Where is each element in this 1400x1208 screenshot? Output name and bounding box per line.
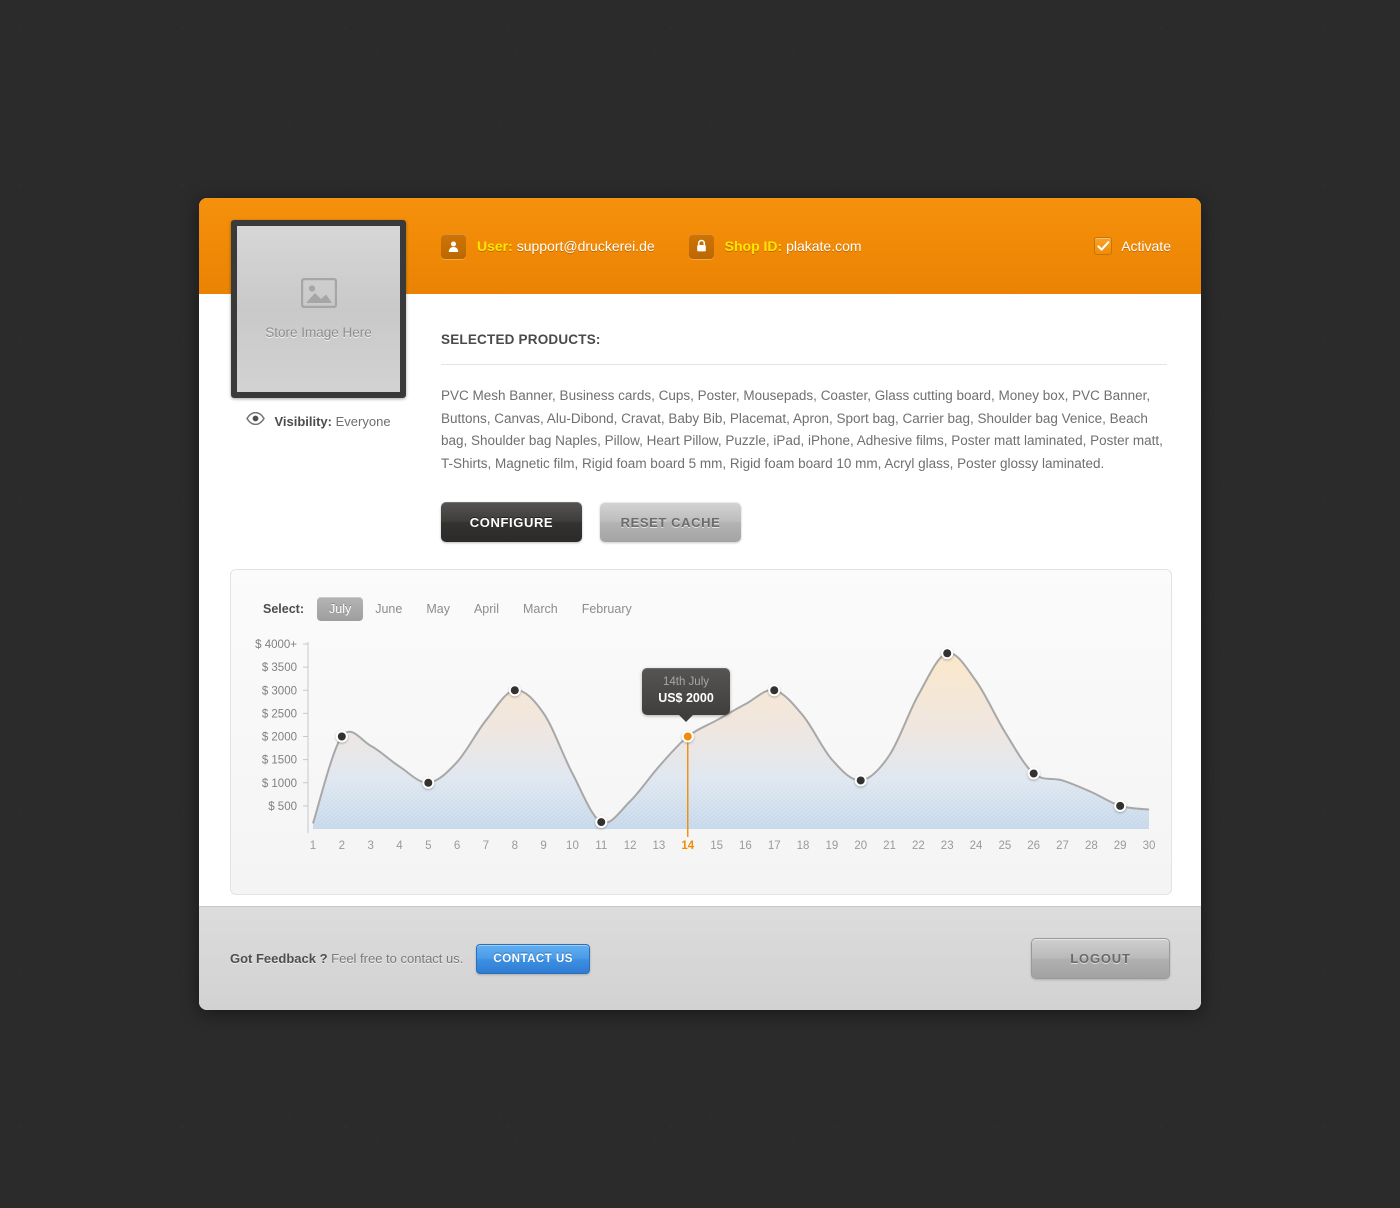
svg-text:26: 26: [1027, 840, 1040, 852]
user-info: User: support@druckerei.de: [441, 233, 655, 259]
svg-text:23: 23: [941, 840, 954, 852]
svg-text:28: 28: [1085, 840, 1098, 852]
chart-panel: Select: July June May April March Februa…: [230, 569, 1172, 895]
svg-text:$ 1000: $ 1000: [262, 778, 297, 790]
svg-text:9: 9: [540, 840, 546, 852]
svg-text:8: 8: [512, 840, 518, 852]
activate-label: Activate: [1121, 238, 1171, 254]
chart-tooltip: 14th July US$ 2000: [642, 668, 730, 722]
shop-key: Shop ID:: [724, 238, 783, 254]
month-tab-july[interactable]: July: [317, 597, 364, 621]
app-footer: Got Feedback ? Feel free to contact us. …: [199, 906, 1201, 1010]
sales-chart[interactable]: $ 4000+ $ 3500 $ 3000 $ 2500 $ 2000 $ 1500 $ 1…: [231, 632, 1171, 896]
shop-text: Shop ID: plakate.com: [725, 238, 862, 254]
svg-text:4: 4: [396, 840, 403, 852]
svg-text:12: 12: [624, 840, 637, 852]
svg-text:18: 18: [797, 840, 810, 852]
app-window: User: support@druckerei.de Shop ID: plak…: [199, 198, 1201, 1010]
tooltip-date: 14th July: [662, 676, 710, 688]
selected-products-list: PVC Mesh Banner, Business cards, Cups, P…: [441, 388, 1163, 471]
svg-text:$ 2000: $ 2000: [262, 732, 297, 744]
svg-text:13: 13: [653, 840, 666, 852]
lock-icon: [688, 233, 714, 259]
svg-text:$ 4000+: $ 4000+: [255, 639, 297, 651]
store-image-label: Store Image Here: [265, 325, 372, 340]
svg-text:10: 10: [566, 840, 579, 852]
svg-text:11: 11: [595, 840, 607, 852]
svg-text:19: 19: [825, 840, 838, 852]
svg-text:27: 27: [1056, 840, 1069, 852]
activate-toggle[interactable]: Activate: [1094, 237, 1171, 255]
activate-checkbox[interactable]: [1094, 237, 1113, 255]
visibility-value: Everyone: [335, 413, 391, 429]
user-key: User:: [477, 238, 513, 254]
action-buttons: CONFIGURE RESET CACHE: [441, 502, 1167, 542]
svg-text:1: 1: [310, 840, 316, 852]
svg-text:14: 14: [681, 840, 694, 852]
eye-icon: [246, 411, 266, 430]
svg-text:24: 24: [970, 840, 983, 852]
svg-text:25: 25: [998, 840, 1011, 852]
select-label: Select:: [263, 602, 304, 616]
month-selector: Select: July June May April March Februa…: [231, 570, 1171, 621]
logout-button[interactable]: LOGOUT: [1031, 938, 1170, 979]
feedback-text: Got Feedback ? Feel free to contact us.: [230, 951, 463, 966]
month-tab-june[interactable]: June: [363, 597, 414, 621]
shop-info: Shop ID: plakate.com: [688, 233, 862, 259]
page-title: SELECTED PRODUCTS:: [441, 332, 601, 347]
month-tab-may[interactable]: May: [414, 597, 462, 621]
svg-text:17: 17: [768, 840, 781, 852]
svg-text:$ 3000: $ 3000: [262, 685, 297, 697]
user-value: support@druckerei.de: [516, 238, 655, 254]
svg-text:$ 1500: $ 1500: [262, 755, 297, 767]
svg-text:3: 3: [367, 840, 373, 852]
svg-text:30: 30: [1143, 840, 1156, 852]
svg-text:29: 29: [1114, 840, 1127, 852]
svg-text:5: 5: [425, 840, 431, 852]
visibility-key: Visibility:: [274, 413, 332, 429]
feedback-rest: Feel free to contact us.: [327, 951, 464, 966]
svg-text:21: 21: [883, 840, 896, 852]
user-icon: [441, 233, 466, 259]
month-tab-march[interactable]: March: [511, 597, 570, 621]
reset-cache-button[interactable]: RESET CACHE: [600, 502, 741, 542]
store-image-placeholder[interactable]: Store Image Here: [231, 220, 406, 398]
svg-text:$ 500: $ 500: [268, 801, 297, 813]
svg-text:22: 22: [912, 840, 925, 852]
contact-us-button[interactable]: CONTACT US: [476, 943, 590, 974]
svg-text:2: 2: [339, 840, 345, 852]
month-tab-february[interactable]: February: [570, 597, 644, 621]
feedback-bold: Got Feedback ?: [230, 951, 328, 966]
svg-text:20: 20: [854, 840, 867, 852]
month-tab-april[interactable]: April: [462, 597, 511, 621]
visibility-text: Visibility: Everyone: [274, 414, 390, 429]
svg-text:$ 2500: $ 2500: [262, 708, 297, 720]
svg-text:7: 7: [483, 840, 489, 852]
configure-button[interactable]: CONFIGURE: [441, 502, 582, 542]
user-text: User: support@druckerei.de: [477, 238, 655, 254]
visibility-row: Visibility: Everyone: [231, 411, 406, 430]
image-placeholder-icon: [300, 277, 337, 313]
svg-text:16: 16: [739, 840, 752, 852]
divider: [441, 364, 1167, 365]
svg-text:6: 6: [454, 840, 460, 852]
tooltip-value: US$ 2000: [658, 691, 714, 705]
svg-text:$ 3500: $ 3500: [262, 662, 297, 674]
shop-value: plakate.com: [786, 238, 862, 254]
svg-text:15: 15: [710, 840, 723, 852]
